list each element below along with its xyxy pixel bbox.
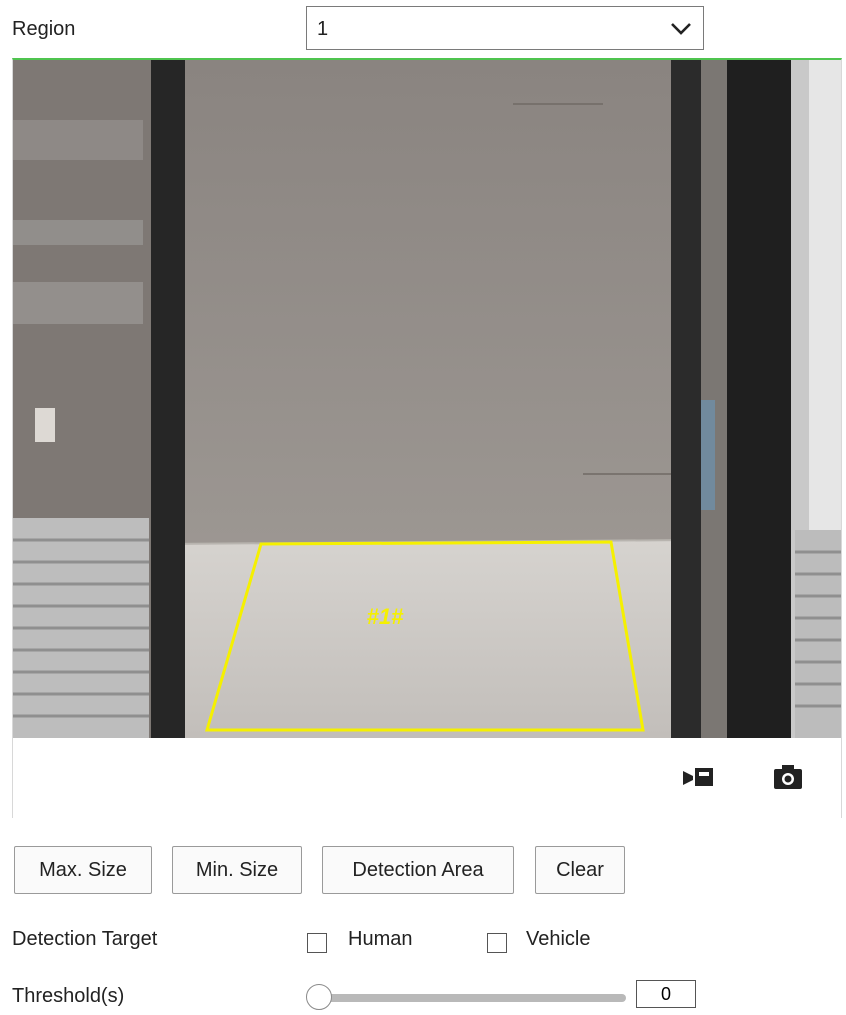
max-size-button[interactable]: Max. Size [14,846,152,894]
camera-scene: #1# [13,60,841,738]
region-label: Region [12,18,76,40]
detection-zone-tag: #1# [367,604,404,629]
threshold-input[interactable] [636,980,696,1008]
threshold-slider-track[interactable] [318,994,626,1002]
detection-area-button[interactable]: Detection Area [322,846,514,894]
detection-target-label: Detection Target [12,928,158,950]
region-select[interactable]: 1 [306,6,704,50]
clear-button[interactable]: Clear [535,846,625,894]
record-icon[interactable] [681,762,715,792]
video-panel: #1# [12,58,842,818]
chevron-down-icon [671,23,691,35]
min-size-button[interactable]: Min. Size [172,846,302,894]
video-toolbar [13,738,841,818]
threshold-slider-thumb[interactable] [306,984,332,1010]
human-checkbox[interactable] [307,933,327,953]
vehicle-label: Vehicle [526,928,591,950]
camera-icon[interactable] [771,762,805,792]
human-label: Human [348,928,413,950]
vehicle-checkbox[interactable] [487,933,507,953]
threshold-label: Threshold(s) [12,985,125,1007]
live-video-feed[interactable]: #1# [13,60,841,738]
region-selected-value: 1 [317,18,329,40]
